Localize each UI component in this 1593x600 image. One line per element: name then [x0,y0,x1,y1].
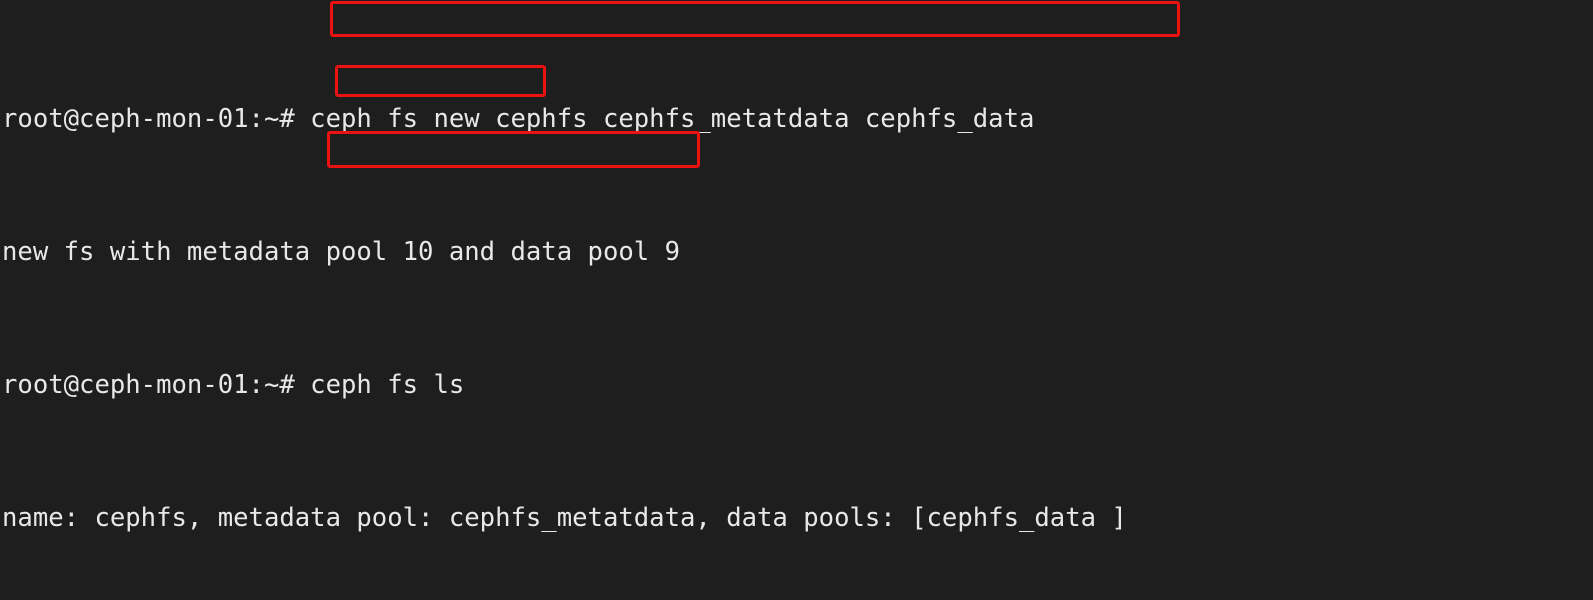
line-text: root@ceph-mon-01:~# ceph fs new cephfs c… [2,103,1035,134]
terminal-screen: root@ceph-mon-01:~# ceph fs new cephfs c… [0,0,1435,600]
line-text: name: cephfs, metadata pool: cephfs_meta… [2,503,1127,534]
terminal-line-output-fs-new: new fs with metadata pool 10 and data po… [2,236,1435,269]
terminal-line-command-fs-new: root@ceph-mon-01:~# ceph fs new cephfs c… [2,103,1435,136]
line-text: root@ceph-mon-01:~# ceph fs ls [2,370,465,401]
line-text: new fs with metadata pool 10 and data po… [2,237,680,268]
terminal-line-command-fs-ls: root@ceph-mon-01:~# ceph fs ls [2,369,1435,402]
terminal-window[interactable]: root@ceph-mon-01:~# ceph fs new cephfs c… [0,0,1593,600]
terminal-line-output-fs-ls: name: cephfs, metadata pool: cephfs_meta… [2,502,1435,535]
